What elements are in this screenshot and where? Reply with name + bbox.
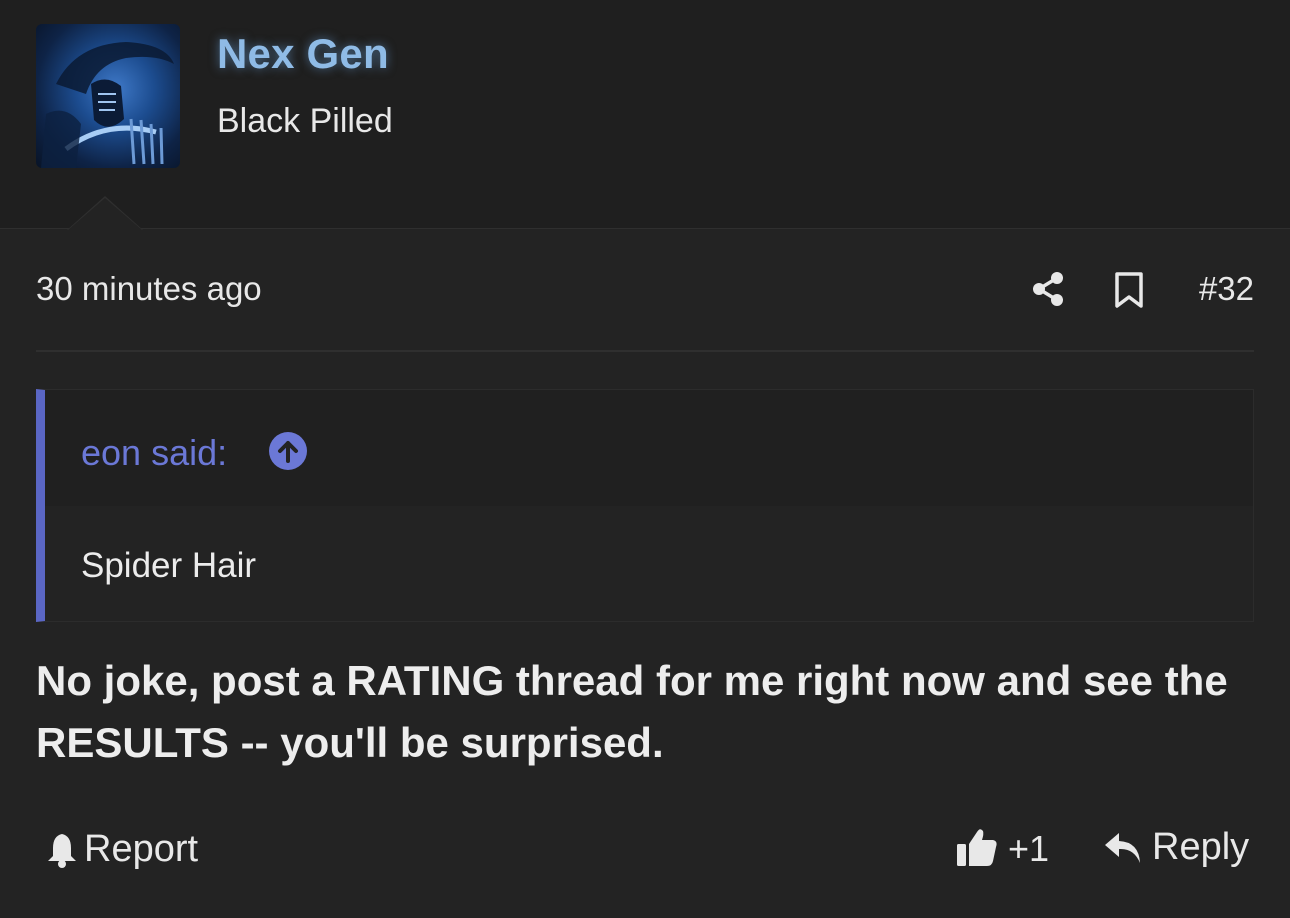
quote-header: eon said: bbox=[45, 390, 1253, 506]
username[interactable]: Nex Gen bbox=[217, 30, 389, 78]
user-block: Nex Gen Black Pilled bbox=[0, 0, 1290, 229]
post-message: No joke, post a RATING thread for me rig… bbox=[36, 657, 1228, 766]
report-label: Report bbox=[84, 828, 199, 870]
reply-button[interactable]: Reply bbox=[1152, 826, 1249, 869]
quote-block: eon said: Spider Hair bbox=[36, 389, 1254, 622]
thumbs-up-icon[interactable] bbox=[956, 827, 998, 867]
reaction-count[interactable]: +1 bbox=[1008, 828, 1049, 870]
post-actions: Report +1 Reply bbox=[36, 822, 1254, 878]
quote-author[interactable]: eon said: bbox=[81, 432, 227, 474]
alien-avatar-image bbox=[41, 42, 174, 168]
post-meta: 30 minutes ago #32 bbox=[36, 266, 1254, 316]
post-timestamp[interactable]: 30 minutes ago bbox=[36, 270, 262, 308]
arrow-notch-fill bbox=[68, 198, 142, 230]
arrow-up-circle-icon[interactable] bbox=[269, 432, 307, 470]
quote-body: Spider Hair bbox=[81, 546, 257, 585]
bookmark-icon[interactable] bbox=[1112, 271, 1146, 309]
reply-icon[interactable] bbox=[1104, 832, 1142, 864]
divider bbox=[36, 350, 1254, 352]
post-container: Nex Gen Black Pilled 30 minutes ago #32 … bbox=[0, 0, 1290, 918]
post-number[interactable]: #32 bbox=[1199, 270, 1254, 308]
bell-icon bbox=[48, 834, 76, 868]
avatar[interactable] bbox=[36, 24, 180, 168]
user-title: Black Pilled bbox=[217, 102, 393, 140]
share-icon[interactable] bbox=[1030, 271, 1066, 307]
